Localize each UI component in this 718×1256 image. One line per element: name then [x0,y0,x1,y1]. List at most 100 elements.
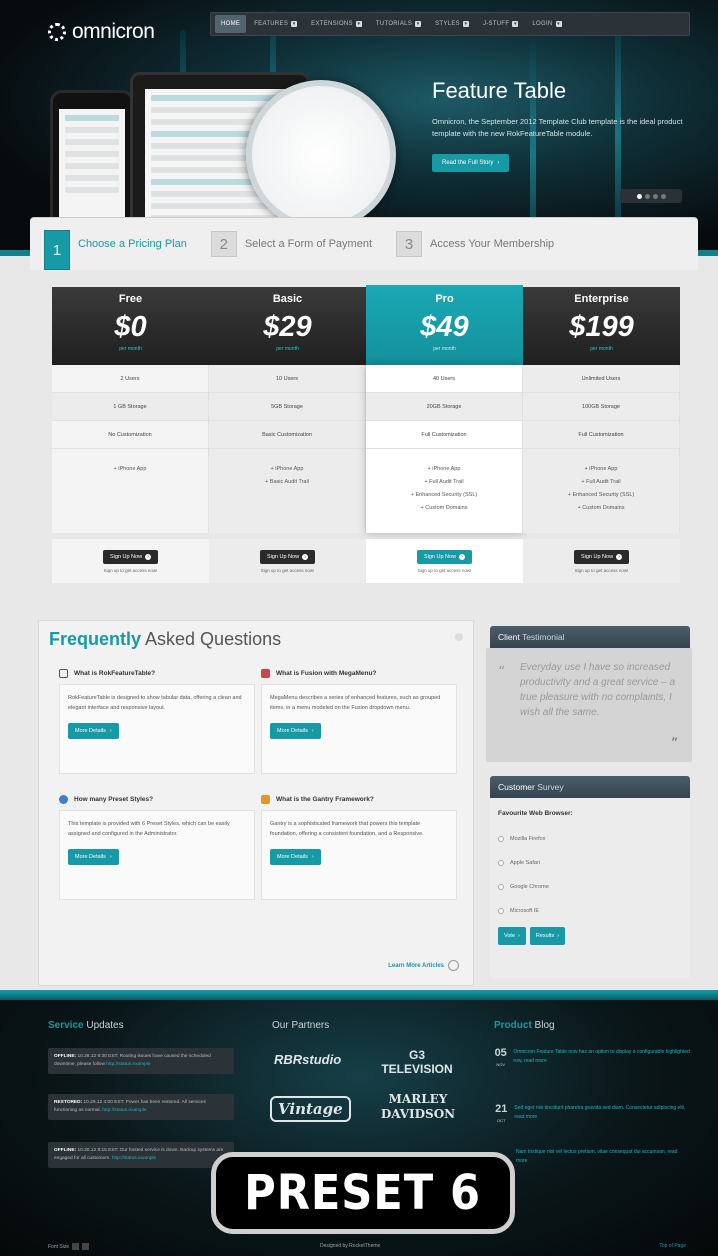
sign-up-button[interactable]: Sign Up Now › [259,550,316,564]
radio-button[interactable] [498,860,504,866]
plan-enterprise: Enterprise $199 per month Unlimited Users 1… [523,287,680,583]
survey-option[interactable]: Microsoft IE [498,899,682,923]
nav-item-login[interactable]: LOGIN ▾ [526,15,567,33]
plan-basic: Basic $29 per month 10 Users 5GB Storage Bas… [209,287,366,583]
status-link[interactable]: http://status.example [102,1108,146,1113]
top-of-page-link[interactable]: Top of Page [659,1243,686,1249]
preset-watermark: PRESET 6 [211,1152,515,1234]
status-link[interactable]: http://status.example [112,1156,156,1161]
learn-more-link[interactable]: Learn More Articles [388,960,459,971]
chevron-down-icon: ▾ [291,21,298,27]
main-nav: HOME FEATURES ▾ EXTENSIONS ▾ TUTORIALS ▾ ST… [210,12,690,36]
partner-logo[interactable]: Vintage [270,1096,351,1122]
pricing-table: Free $0 per month 2 Users 1 GB Storage No Cu… [52,285,682,583]
survey-header: Customer Survey [490,776,690,798]
more-details-button[interactable]: More Details › [270,849,321,865]
survey-option[interactable]: Mozilla Firefox [498,827,682,851]
step-payment[interactable]: 2 Select a Form of Payment [210,230,372,258]
arrow-circle-icon [448,960,459,971]
site-logo[interactable]: omnicron [48,20,155,44]
sign-up-button[interactable]: Sign Up Now › [416,550,473,564]
post-link[interactable]: Sed eget nisi tincidunt pharetra gravida… [514,1104,690,1126]
quote-open-icon: “ [498,664,506,680]
slide-dot[interactable] [644,193,650,199]
chevron-down-icon: ▾ [555,21,562,27]
nav-item-styles[interactable]: STYLES ▾ [429,15,475,33]
nav-item-home[interactable]: HOME [215,15,247,33]
designer-credit[interactable]: Designed by RocketTheme [320,1243,380,1249]
font-size-control: Font Size [48,1243,90,1250]
more-details-button[interactable]: More Details › [68,849,119,865]
hero-slide: Feature Table Omnicron, the September 20… [432,78,692,172]
slide-dot[interactable] [660,193,666,199]
sign-up-button[interactable]: Sign Up Now › [573,550,630,564]
circle-icon [455,633,463,641]
bottom-bar: Font Size Designed by RocketTheme Top of… [0,1238,718,1256]
post-link[interactable]: Nam tristique nisl vel lectus pretium, v… [516,1148,690,1166]
radio-button[interactable] [498,908,504,914]
faq-title: Frequently Asked Questions [49,629,282,649]
magnifier-image [246,80,396,230]
partners-logos: RBRstudio G3 TELEVISION Vintage MARLEY D… [268,1040,468,1160]
hero-text: Omnicron, the September 2012 Template Cl… [432,117,683,138]
sign-up-button[interactable]: Sign Up Now › [102,550,159,564]
slide-dot[interactable] [652,193,658,199]
survey-option[interactable]: Apple Safari [498,851,682,875]
more-details-button[interactable]: More Details › [270,723,321,739]
more-details-button[interactable]: More Details › [68,723,119,739]
nav-item-extensions[interactable]: EXTENSIONS ▾ [305,15,368,33]
post-date: 21 OCT [495,1103,508,1124]
results-button[interactable]: Results › [529,927,566,945]
radio-button[interactable] [498,884,504,890]
signup-steps: 1 Choose a Pricing Plan 2 Select a Form of… [30,218,698,270]
arrow-right-icon: › [518,933,520,939]
testimonial-box: “ Everyday use I have so increased produ… [486,648,692,762]
nav-item-features[interactable]: FEATURES ▾ [248,15,303,33]
plan-price: $199 [569,311,634,343]
testimonial-text: Everyday use I have so increased product… [520,662,676,718]
partner-logo[interactable]: RBRstudio [274,1052,341,1067]
menu-icon [261,669,270,678]
slider-pagination[interactable] [620,189,682,203]
slide-dot[interactable] [636,193,642,199]
faq-panel: Frequently Asked Questions What is RokFe… [38,620,474,986]
plan-pro: Pro $49 per month 40 Users 20GB Storage Full… [366,285,523,583]
read-story-button[interactable]: Read the Full Story › [432,154,510,172]
status-update: OFFLINE: 10.30.12 8:15 EST: Our hosted s… [48,1142,234,1168]
logo-icon [48,23,66,41]
arrow-right-icon: › [109,728,112,734]
partner-logo[interactable]: MARLEY DAVIDSON [372,1092,464,1122]
post-link[interactable]: Omnicron Feature Table now has an option… [513,1048,690,1070]
arrow-right-icon: › [616,554,623,560]
hero-title: Feature Table [432,78,567,103]
plan-price: $29 [263,311,312,343]
radio-button[interactable] [498,836,504,842]
font-decrease-button[interactable] [72,1243,80,1250]
framework-icon [261,795,270,804]
testimonial-header: Client Testimonial [490,626,690,648]
table-icon [59,669,68,678]
step-access[interactable]: 3 Access Your Membership [396,230,554,258]
service-updates-title: Service Updates [48,1020,124,1031]
partner-logo[interactable]: G3 TELEVISION [372,1048,462,1076]
survey-option[interactable]: Google Chrome [498,875,682,899]
font-increase-button[interactable] [82,1243,90,1250]
step-choose-plan[interactable]: 1 Choose a Pricing Plan [44,230,187,270]
nav-item-tutorials[interactable]: TUTORIALS ▾ [370,15,427,33]
arrow-right-icon: › [145,554,152,560]
plan-free: Free $0 per month 2 Users 1 GB Storage No Cu… [52,287,209,583]
vote-button[interactable]: Vote › [498,927,526,945]
faq-item: How many Preset Styles? This template is… [59,795,255,900]
nav-item-jstuff[interactable]: J-STUFF ▾ [477,15,524,33]
status-link[interactable]: http://status.example [106,1062,150,1067]
survey-panel: Favourite Web Browser: Mozilla Firefox A… [490,798,690,978]
arrow-right-icon: › [459,554,466,560]
chevron-down-icon: ▾ [462,21,469,27]
plan-price: $49 [420,311,469,343]
quote-close-icon: ” [670,736,678,752]
blog-post: Nam tristique nisl vel lectus pretium, v… [494,1148,690,1166]
footer-divider [0,990,718,1000]
blog-post: 21 OCT Sed eget nisi tincidunt pharetra gr… [494,1104,690,1126]
plan-price: $0 [114,311,147,343]
faq-item: What is Fusion with MegaMenu? MegaMenu d… [261,669,457,774]
